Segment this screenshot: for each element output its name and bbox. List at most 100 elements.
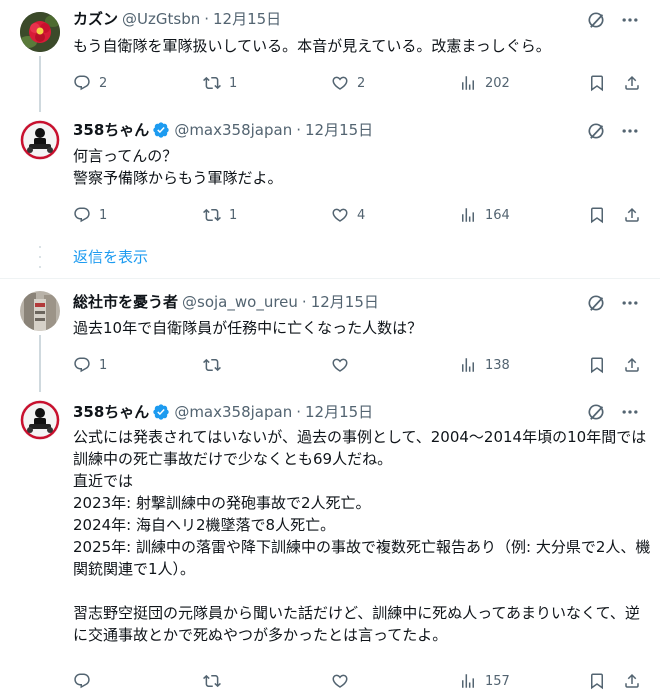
like-button[interactable]: [331, 355, 357, 375]
like-button[interactable]: 2: [331, 73, 365, 93]
share-icon: [623, 672, 641, 690]
share-icon: [623, 74, 641, 92]
like-count: 2: [357, 75, 366, 91]
retweet-count: 1: [229, 75, 238, 91]
tweet-text: 過去10年で自衛隊員が任務中に亡くなった人数は？: [73, 319, 423, 337]
reply-button[interactable]: [73, 671, 99, 691]
grok-icon[interactable]: [586, 10, 606, 30]
user-handle[interactable]: @max358japan: [174, 120, 292, 140]
user-handle[interactable]: @soja_wo_ureu: [182, 292, 298, 312]
views-button[interactable]: 157: [459, 671, 510, 691]
retweet-count: 1: [229, 207, 238, 223]
tweet-2[interactable]: 358ちゃん @max358japan · 12月15日 何言ってんの？ 警察予…: [0, 110, 660, 240]
retweet-button[interactable]: [203, 671, 229, 691]
reply-button[interactable]: 1: [73, 355, 107, 375]
avatar[interactable]: [20, 120, 60, 160]
reply-button[interactable]: 2: [73, 73, 107, 93]
reply-count: 1: [99, 357, 108, 373]
heart-icon: [331, 206, 349, 224]
heart-icon: [331, 672, 349, 690]
show-replies-link[interactable]: 返信を表示: [73, 247, 148, 267]
biker-avatar-icon: [20, 120, 60, 160]
thread-dots: [39, 246, 41, 268]
like-button[interactable]: [331, 671, 357, 691]
tweet-4[interactable]: 358ちゃん @max358japan · 12月15日 公式には発表されてはい…: [0, 390, 660, 698]
retweet-icon: [203, 74, 221, 92]
bookmark-button[interactable]: [588, 205, 606, 225]
retweet-button[interactable]: [203, 355, 229, 375]
verified-badge-icon: [152, 403, 170, 421]
avatar[interactable]: [20, 291, 60, 331]
view-count: 164: [485, 207, 510, 223]
retweet-icon: [203, 356, 221, 374]
display-name[interactable]: 358ちゃん: [73, 402, 149, 422]
more-icon[interactable]: [620, 293, 640, 313]
tweet-header: カズン @UzGtsbn · 12月15日: [73, 9, 281, 29]
tweet-date[interactable]: 12月15日: [305, 120, 373, 140]
bookmark-icon: [588, 356, 606, 374]
reply-button[interactable]: 1: [73, 205, 107, 225]
share-button[interactable]: [623, 73, 641, 93]
tweet-3[interactable]: 総社市を憂う者 @soja_wo_ureu · 12月15日 過去10年で自衛隊…: [0, 279, 660, 392]
tweet-date[interactable]: 12月15日: [311, 292, 379, 312]
separator-dot: ·: [204, 10, 209, 28]
shrine-avatar-icon: [20, 291, 60, 331]
heart-icon: [331, 356, 349, 374]
views-icon: [459, 206, 477, 224]
avatar[interactable]: [20, 12, 60, 52]
display-name[interactable]: 358ちゃん: [73, 120, 149, 140]
more-icon[interactable]: [620, 10, 640, 30]
views-button[interactable]: 138: [459, 355, 510, 375]
bookmark-icon: [588, 74, 606, 92]
bookmark-button[interactable]: [588, 355, 606, 375]
tweet-text: もう自衛隊を軍隊扱いしている。本音が見えている。改憲まっしぐら。: [73, 37, 551, 55]
biker-avatar-icon: [20, 400, 60, 440]
views-icon: [459, 74, 477, 92]
share-button[interactable]: [623, 205, 641, 225]
retweet-button[interactable]: 1: [203, 73, 237, 93]
display-name[interactable]: 総社市を憂う者: [73, 292, 178, 312]
action-bar: 1 1 4 164: [73, 205, 645, 225]
tweet-1[interactable]: カズン @UzGtsbn · 12月15日 もう自衛隊を軍隊扱いしている。本音が…: [0, 0, 660, 112]
action-bar: 157: [73, 671, 645, 691]
share-icon: [623, 356, 641, 374]
tweet-text: 何言ってんの？ 警察予備隊からもう軍隊だよ。: [73, 147, 283, 187]
more-icon[interactable]: [620, 402, 640, 422]
thread-line: [39, 335, 41, 392]
bookmark-button[interactable]: [588, 671, 606, 691]
user-handle[interactable]: @max358japan: [174, 402, 292, 422]
bookmark-icon: [588, 206, 606, 224]
tweet-date[interactable]: 12月15日: [213, 9, 281, 29]
more-icon[interactable]: [620, 121, 640, 141]
retweet-icon: [203, 672, 221, 690]
grok-icon[interactable]: [586, 402, 606, 422]
reply-icon: [73, 672, 91, 690]
reply-count: 2: [99, 75, 108, 91]
like-button[interactable]: 4: [331, 205, 365, 225]
display-name[interactable]: カズン: [73, 9, 118, 29]
tweet-date[interactable]: 12月15日: [305, 402, 373, 422]
heart-icon: [331, 74, 349, 92]
views-button[interactable]: 202: [459, 73, 510, 93]
bookmark-button[interactable]: [588, 73, 606, 93]
reply-count: 1: [99, 207, 108, 223]
action-bar: 2 1 2 202: [73, 73, 645, 93]
bookmark-icon: [588, 672, 606, 690]
action-bar: 1 138: [73, 355, 645, 375]
share-button[interactable]: [623, 355, 641, 375]
retweet-icon: [203, 206, 221, 224]
tweet-text: 公式には発表されてはいないが、過去の事例として、2004〜2014年頃の10年間…: [73, 428, 651, 644]
views-icon: [459, 672, 477, 690]
user-handle[interactable]: @UzGtsbn: [122, 9, 200, 29]
reply-icon: [73, 356, 91, 374]
grok-icon[interactable]: [586, 293, 606, 313]
share-button[interactable]: [623, 671, 641, 691]
grok-icon[interactable]: [586, 121, 606, 141]
separator-dot: ·: [301, 293, 307, 311]
view-count: 157: [485, 673, 510, 689]
avatar[interactable]: [20, 400, 60, 440]
views-button[interactable]: 164: [459, 205, 510, 225]
view-count: 202: [485, 75, 510, 91]
reply-icon: [73, 206, 91, 224]
retweet-button[interactable]: 1: [203, 205, 237, 225]
